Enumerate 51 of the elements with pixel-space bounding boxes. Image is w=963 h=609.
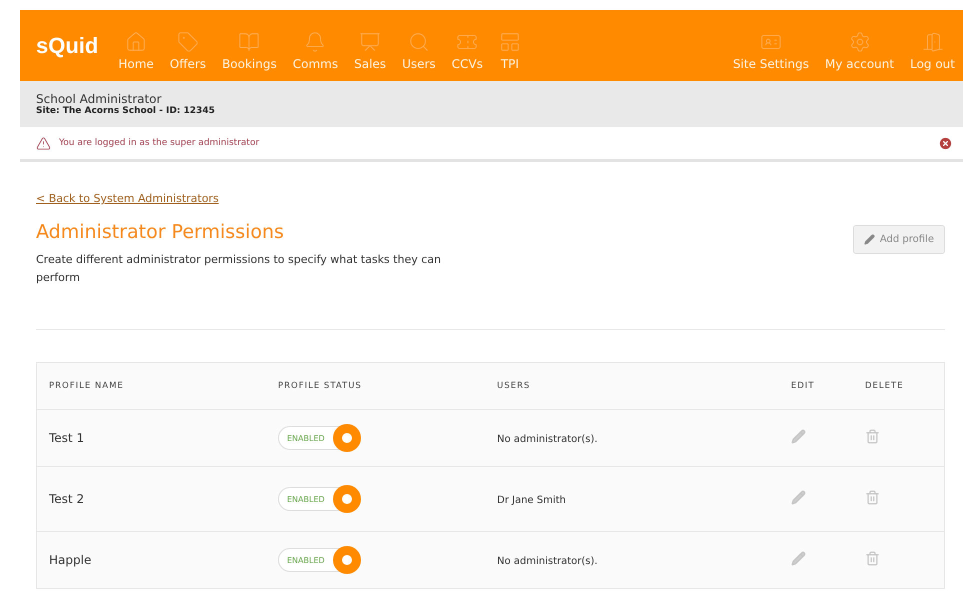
edit-button[interactable] (791, 429, 806, 444)
nav-item[interactable]: Comms (284, 30, 346, 70)
page-title: Administrator Permissions (36, 221, 285, 243)
edit-button[interactable] (791, 551, 806, 566)
edit-button[interactable] (791, 490, 806, 505)
context-title: School Administrator (36, 92, 162, 106)
profile-name: Test 2 (36, 466, 266, 532)
status-toggle[interactable]: ENABLED (278, 487, 360, 511)
nav-item[interactable]: Site Settings (724, 30, 818, 70)
logo[interactable]: sQuid (36, 32, 98, 58)
nav-item[interactable]: CCVs (444, 30, 491, 70)
delete-button[interactable] (865, 429, 880, 444)
search-icon (408, 30, 430, 52)
status-toggle[interactable]: ENABLED (278, 548, 360, 572)
nav-item[interactable]: Users (394, 30, 444, 70)
nav-item[interactable]: My account (817, 30, 902, 70)
column-header: USERS (485, 362, 779, 410)
page-description: Create different administrator permissions to specify what tasks they can perform (36, 252, 442, 286)
book-icon (238, 30, 260, 52)
column-header: PROFILE NAME (36, 362, 266, 410)
add-profile-button[interactable]: Add profile (852, 225, 945, 254)
delete-button[interactable] (865, 551, 880, 566)
alert-message: You are logged in as the super administrator (59, 138, 260, 148)
nav-item[interactable]: Log out (902, 30, 963, 70)
pencil-icon (864, 234, 875, 245)
settings-icon (848, 30, 871, 52)
site-info: Site: The Acorns School - ID: 12345 (36, 106, 216, 116)
close-icon[interactable] (938, 136, 953, 150)
bell-icon (304, 30, 326, 52)
column-header: EDIT (779, 362, 853, 410)
users-text: No administrator(s). (497, 556, 598, 567)
home-icon (125, 30, 148, 52)
nav-item[interactable]: Sales (346, 30, 394, 70)
delete-button[interactable] (865, 490, 880, 505)
column-header: PROFILE STATUS (266, 362, 485, 410)
column-header: DELETE (853, 362, 944, 410)
nav-item[interactable]: Offers (162, 30, 214, 70)
tag-icon (176, 30, 199, 52)
nav-item[interactable]: Bookings (214, 30, 285, 70)
layout-icon (498, 30, 521, 52)
nav-item[interactable]: Home (110, 30, 162, 70)
users-text: Dr Jane Smith (497, 495, 566, 506)
warning-icon (36, 136, 51, 150)
users-text: No administrator(s). (497, 434, 598, 445)
back-link[interactable]: < Back to System Administrators (36, 192, 219, 205)
nav-item[interactable]: TPI (490, 30, 529, 70)
profile-name: Test 1 (36, 410, 266, 466)
profile-name: Happle (36, 532, 266, 588)
door-icon (922, 30, 944, 52)
easel-icon (359, 30, 382, 52)
status-toggle[interactable]: ENABLED (278, 426, 360, 450)
